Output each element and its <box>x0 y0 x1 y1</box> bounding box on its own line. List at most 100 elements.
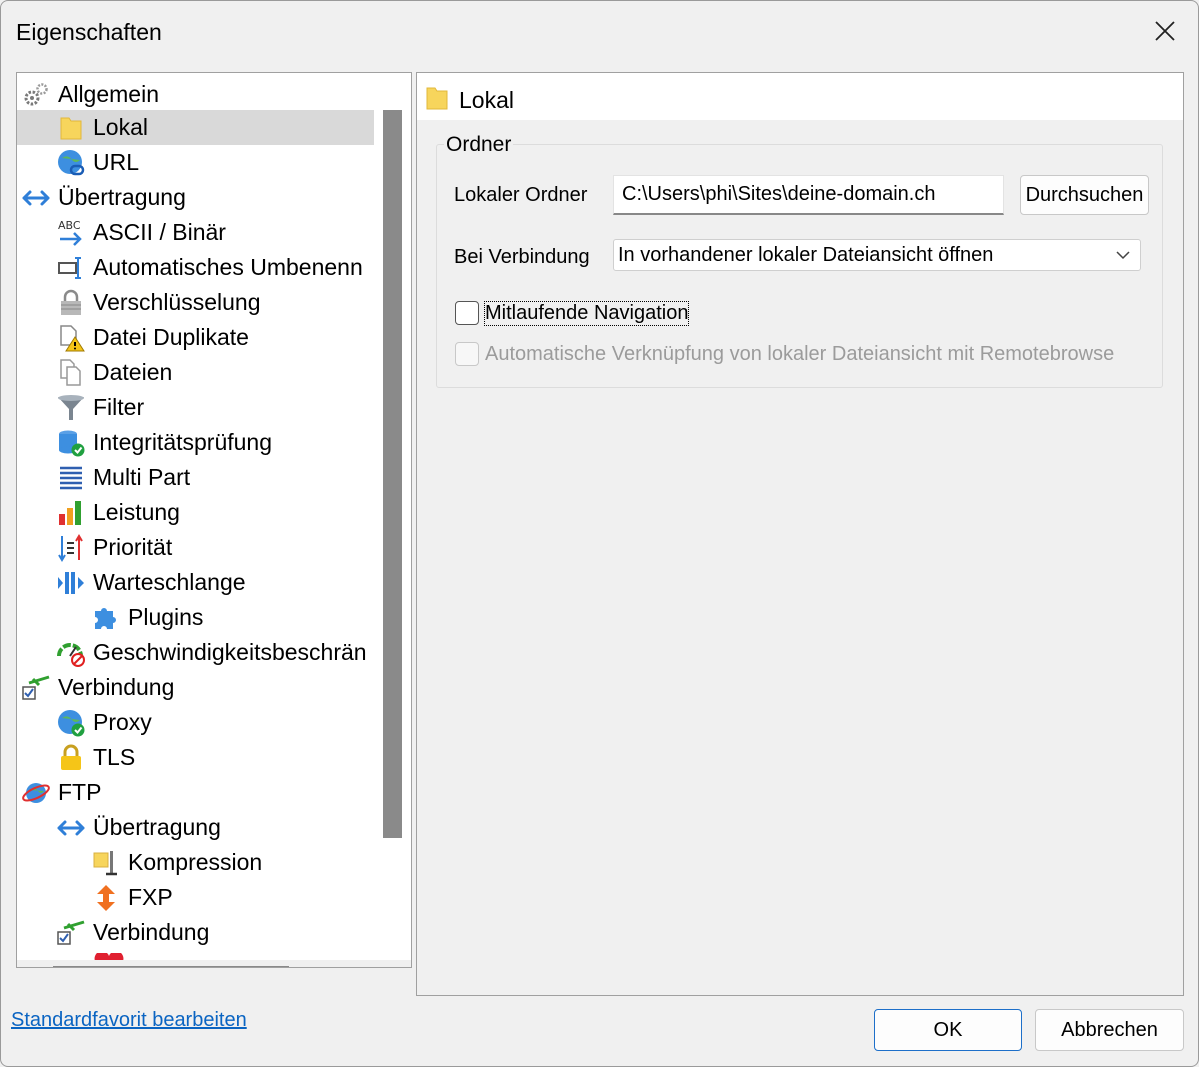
tree-item-ascii-binaer[interactable]: ABC ASCII / Binär <box>56 215 226 250</box>
close-button[interactable] <box>1142 11 1188 51</box>
tree-item-ftp-uebertragung[interactable]: Übertragung <box>56 810 221 845</box>
tree-item-ftp-verbindung[interactable]: Verbindung <box>56 915 209 950</box>
browse-button-label: Durchsuchen <box>1025 183 1144 206</box>
tree-item-label: Lokal <box>93 114 148 140</box>
tree-item-warteschlange[interactable]: Warteschlange <box>56 565 246 600</box>
priority-icon <box>56 533 86 563</box>
gears-icon <box>21 80 51 110</box>
tree-item-geschwindigkeitsbeschraenkung[interactable]: Geschwindigkeitsbeschrän <box>56 635 367 670</box>
tree-item-label: Übertragung <box>93 814 221 840</box>
tree-item-ftp[interactable]: FTP <box>21 775 101 810</box>
on-connect-selected: In vorhandener lokaler Dateiansicht öffn… <box>618 244 994 266</box>
tree-item-label: Verbindung <box>58 674 175 700</box>
chevron-down-icon <box>1116 251 1130 260</box>
tree-item-label: Integritätsprüfung <box>93 429 273 455</box>
tree-item-datei-duplikate[interactable]: Datei Duplikate <box>56 320 249 355</box>
tree-item-plugins[interactable]: Plugins <box>91 600 203 635</box>
file-warning-icon <box>56 323 86 353</box>
tree-item-tls[interactable]: TLS <box>56 740 135 775</box>
tree-item-kompression[interactable]: Kompression <box>91 845 262 880</box>
double-arrow-icon <box>56 813 86 843</box>
tree-item-label: Proxy <box>93 709 152 735</box>
tree-item-label: Allgemein <box>58 81 159 107</box>
horizontal-scrollbar-thumb[interactable] <box>53 966 289 967</box>
bar-chart-icon <box>56 498 86 528</box>
database-check-icon <box>56 428 86 458</box>
tree-item-prioritaet[interactable]: Priorität <box>56 530 172 565</box>
local-folder-label: Lokaler Ordner <box>454 184 588 206</box>
tree-item-lokal[interactable]: Lokal <box>17 110 374 145</box>
edit-default-favorite-link[interactable]: Standardfavorit bearbeiten <box>11 1009 247 1032</box>
ftp-globe-icon <box>21 778 51 808</box>
tree-item-label: Übertragung <box>58 184 186 210</box>
tree-item-verschluesselung[interactable]: Verschlüsselung <box>56 285 261 320</box>
tree-item-fxp[interactable]: FXP <box>91 880 173 915</box>
title-bar: Eigenschaften <box>1 1 1198 63</box>
globe-link-icon <box>56 148 86 178</box>
cancel-button-label: Abbrechen <box>1061 1018 1158 1041</box>
auto-link-checkbox <box>455 342 479 366</box>
tree-item-label: FTP <box>58 779 102 805</box>
vertical-scrollbar-thumb[interactable] <box>383 110 402 838</box>
ok-button-label: OK <box>933 1018 963 1041</box>
puzzle-icon <box>91 603 121 633</box>
window-title: Eigenschaften <box>16 19 162 45</box>
cancel-button[interactable]: Abbrechen <box>1035 1009 1184 1051</box>
rename-icon <box>56 253 86 283</box>
connection-icon <box>56 918 86 948</box>
group-title: Ordner <box>444 133 514 157</box>
sync-navigation-checkbox[interactable] <box>455 301 479 325</box>
speed-limit-icon <box>56 638 86 668</box>
padlock-icon <box>56 288 86 318</box>
on-connect-label: Bei Verbindung <box>454 246 590 268</box>
tree-item-label: Leistung <box>93 499 180 525</box>
tree-item-filter[interactable]: Filter <box>56 390 144 425</box>
close-icon <box>1155 21 1175 41</box>
tree-item-label: Priorität <box>93 534 173 560</box>
tree-item-label: Verschlüsselung <box>93 289 261 315</box>
tree-item-verbindung[interactable]: Verbindung <box>21 670 174 705</box>
multipart-icon <box>56 463 86 493</box>
folder-icon <box>425 85 451 116</box>
settings-tree[interactable]: Allgemein Lokal URL Übertragung ABC ASCI… <box>16 72 412 968</box>
tree-item-leistung[interactable]: Leistung <box>56 495 180 530</box>
local-folder-input[interactable]: C:\Users\phi\Sites\deine-domain.ch <box>613 175 1004 215</box>
tree-item-multi-part[interactable]: Multi Part <box>56 460 190 495</box>
double-arrow-icon <box>21 183 51 213</box>
tree-item-label: Warteschlange <box>93 569 246 595</box>
auto-link-label: Automatische Verknüpfung von lokaler Dat… <box>485 343 1115 365</box>
tree-item-uebertragung[interactable]: Übertragung <box>21 180 186 215</box>
tree-item-integritaetspruefung[interactable]: Integritätsprüfung <box>56 425 272 460</box>
tree-item-proxy[interactable]: Proxy <box>56 705 152 740</box>
funnel-icon <box>56 393 86 423</box>
compression-icon <box>91 848 121 878</box>
tree-item-label: TLS <box>93 744 136 770</box>
folder-icon <box>56 113 86 143</box>
tree-item-label: URL <box>93 149 140 175</box>
tree-item-label: ASCII / Binär <box>93 219 226 245</box>
lock-icon <box>56 743 86 773</box>
ascii-arrow-icon: ABC <box>56 218 86 248</box>
tree-item-url[interactable]: URL <box>56 145 139 180</box>
sync-navigation-label[interactable]: Mitlaufende Navigation <box>483 301 690 326</box>
tree-item-label: Datei Duplikate <box>93 324 249 350</box>
tree-item-label: Multi Part <box>93 464 191 490</box>
globe-check-icon <box>56 708 86 738</box>
on-connect-select[interactable]: In vorhandener lokaler Dateiansicht öffn… <box>613 239 1141 271</box>
tree-item-label: FXP <box>128 884 173 910</box>
tree-item-dateien[interactable]: Dateien <box>56 355 172 390</box>
tree-item-label: Filter <box>93 394 145 420</box>
tree-item-allgemein[interactable]: Allgemein <box>21 77 159 112</box>
tree-item-label: Plugins <box>128 604 204 630</box>
content-header: Lokal <box>417 73 1183 120</box>
svg-text:ABC: ABC <box>58 219 81 232</box>
fxp-arrows-icon <box>91 883 121 913</box>
settings-content: Lokal Ordner Lokaler Ordner C:\Users\phi… <box>416 72 1184 996</box>
tree-item-automatisches-umbenennen[interactable]: Automatisches Umbenenn <box>56 250 363 285</box>
tree-item-label: Verbindung <box>93 919 210 945</box>
connection-icon <box>21 673 51 703</box>
tree-item-label: Geschwindigkeitsbeschrän <box>93 639 367 665</box>
tree-item-label: Dateien <box>93 359 173 385</box>
ok-button[interactable]: OK <box>874 1009 1022 1051</box>
browse-button[interactable]: Durchsuchen <box>1020 175 1149 215</box>
